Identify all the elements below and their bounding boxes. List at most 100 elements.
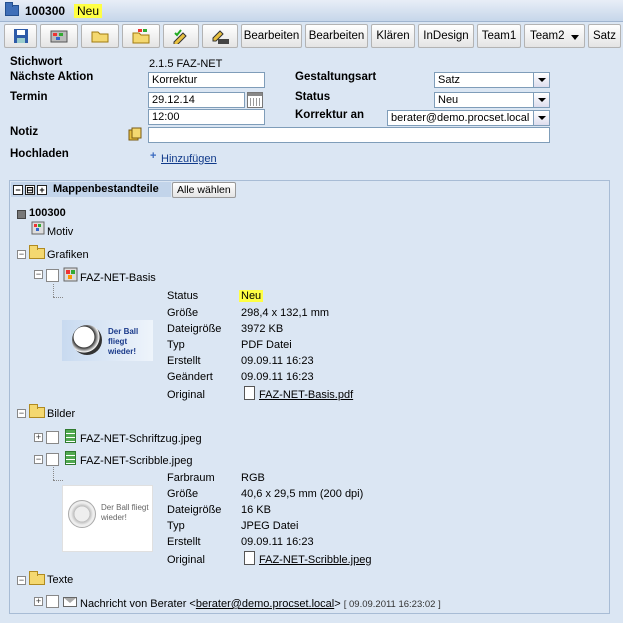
nachricht-item: Nachricht von Berater <berater@demo.proc… xyxy=(80,598,441,610)
soccer-ball-image xyxy=(72,325,102,355)
status-badge: Neu xyxy=(74,4,103,18)
bearbeiten-button-1[interactable]: Bearbeiten xyxy=(241,24,302,48)
prop-value: 09.09.11 16:23 xyxy=(241,371,314,383)
satz-button[interactable]: Satz xyxy=(588,24,621,48)
termin-time-input[interactable]: 12:00 xyxy=(148,109,265,125)
bild-thumbnail: Der Ball fliegt wieder! xyxy=(62,485,153,552)
bild2-expander[interactable]: − xyxy=(34,455,43,464)
folder-icon xyxy=(29,571,45,585)
folder-icon xyxy=(29,404,45,418)
grafiken-expander[interactable]: − xyxy=(17,250,26,259)
bild1-expander[interactable]: + xyxy=(34,433,43,442)
prop-label: Typ xyxy=(167,339,185,351)
nachricht-expander[interactable]: + xyxy=(34,597,43,606)
expand-all-icon[interactable]: + xyxy=(37,185,47,195)
nachricht-prefix: Nachricht von Berater < xyxy=(80,598,196,610)
panel-title: Mappenbestandteile xyxy=(53,183,159,195)
original-link[interactable]: FAZ-NET-Scribble.jpeg xyxy=(259,554,371,566)
nachricht-checkbox[interactable] xyxy=(46,595,59,608)
texte-label: Texte xyxy=(47,574,74,586)
prop-label: Original xyxy=(167,389,205,401)
job-number: 100300 xyxy=(25,4,66,18)
indesign-button[interactable]: InDesign xyxy=(418,24,474,48)
prop-label: Geändert xyxy=(167,371,213,383)
toolbar: Bearbeiten Bearbeiten Klären InDesign Te… xyxy=(0,22,623,50)
prop-value: RGB xyxy=(241,472,265,484)
save-button[interactable] xyxy=(4,24,37,48)
korrektur-value: berater@demo.procset.local xyxy=(391,112,530,124)
tree-line xyxy=(53,297,63,298)
notiz-label: Notiz xyxy=(10,126,39,138)
bild2-checkbox[interactable] xyxy=(46,453,59,466)
color-image-folder-button[interactable] xyxy=(122,24,160,48)
file-icon xyxy=(244,386,255,400)
mail-icon xyxy=(63,597,77,607)
bild1-label: FAZ-NET-Schriftzug.jpeg xyxy=(80,433,202,445)
root-icon xyxy=(17,210,26,219)
prop-label: Erstellt xyxy=(167,355,201,367)
texte-expander[interactable]: − xyxy=(17,576,26,585)
image-sheet-icon xyxy=(65,451,76,465)
bild2-label: FAZ-NET-Scribble.jpeg xyxy=(80,455,193,467)
aktion-label: Nächste Aktion xyxy=(10,71,94,83)
gestaltung-select[interactable]: Satz xyxy=(434,72,550,88)
calendar-icon[interactable] xyxy=(247,92,263,108)
expand-one-icon[interactable]: ⊟ xyxy=(25,185,35,195)
hochladen-label: Hochladen xyxy=(10,148,69,160)
prop-label: Größe xyxy=(167,307,199,319)
title-bar: 100300 Neu xyxy=(0,0,623,22)
image-sheet-icon xyxy=(65,429,76,443)
hinzufuegen-link[interactable]: Hinzufügen xyxy=(161,153,217,165)
termin-label: Termin xyxy=(10,91,48,103)
chevron-down-icon xyxy=(533,93,549,107)
grafik-file-expander[interactable]: − xyxy=(34,270,43,279)
folder-icon xyxy=(29,245,45,259)
panel-header: − ⊟ + Mappenbestandteile xyxy=(11,182,171,197)
prop-label: Status xyxy=(167,290,199,302)
aktion-input[interactable]: Korrektur xyxy=(148,72,265,88)
color-image-button[interactable] xyxy=(40,24,78,48)
original-link[interactable]: FAZ-NET-Basis.pdf xyxy=(259,389,353,401)
save-icon xyxy=(13,29,28,43)
log-pencil-icon xyxy=(212,30,229,44)
folder-open-icon xyxy=(91,31,109,43)
stichwort-label: Stichwort xyxy=(10,56,63,68)
termin-date-input[interactable]: 29.12.14 xyxy=(148,92,245,108)
folder-open-button[interactable] xyxy=(81,24,119,48)
klaeren-button[interactable]: Klären xyxy=(371,24,415,48)
nachricht-email-link[interactable]: berater@demo.procset.local xyxy=(196,598,334,610)
grafik-file-label: FAZ-NET-Basis xyxy=(80,272,156,284)
tree-line xyxy=(53,284,54,297)
color-image-folder-icon xyxy=(132,29,150,44)
tree-line xyxy=(53,480,63,481)
korrektur-select[interactable]: berater@demo.procset.local xyxy=(387,110,550,126)
tree-line xyxy=(53,467,54,480)
grafik-file-checkbox[interactable] xyxy=(46,269,59,282)
chevron-down-icon xyxy=(571,35,579,40)
notiz-input[interactable] xyxy=(148,127,550,143)
bilder-expander[interactable]: − xyxy=(17,409,26,418)
prop-value: 3972 KB xyxy=(241,323,284,335)
team1-button[interactable]: Team1 xyxy=(477,24,521,48)
gestaltung-label: Gestaltungsart xyxy=(295,71,377,83)
prop-value: 09.09.11 16:23 xyxy=(241,536,314,548)
check-pencil-button[interactable] xyxy=(163,24,199,48)
nachricht-suffix: > xyxy=(334,598,341,610)
log-pencil-button[interactable] xyxy=(202,24,238,48)
notes-icon[interactable] xyxy=(128,127,142,141)
file-icon xyxy=(244,551,255,565)
root-label: 100300 xyxy=(29,207,66,219)
prop-value: PDF Datei xyxy=(241,339,292,351)
status-select[interactable]: Neu xyxy=(434,92,550,108)
status-label: Status xyxy=(295,91,331,103)
bearbeiten-button-2[interactable]: Bearbeiten xyxy=(305,24,368,48)
prop-value-status: Neu xyxy=(239,290,264,302)
team2-dropdown[interactable]: Team2 xyxy=(524,24,585,48)
collapse-all-icon[interactable]: − xyxy=(13,185,23,195)
select-all-button[interactable]: Alle wählen xyxy=(172,182,236,198)
thumb-text: Der Ball fliegt wieder! xyxy=(101,503,149,522)
motiv-label: Motiv xyxy=(47,226,74,238)
soccer-ball-sketch-image xyxy=(68,500,96,528)
stichwort-value: 2.1.5 FAZ-NET xyxy=(149,58,223,70)
bild1-checkbox[interactable] xyxy=(46,431,59,444)
